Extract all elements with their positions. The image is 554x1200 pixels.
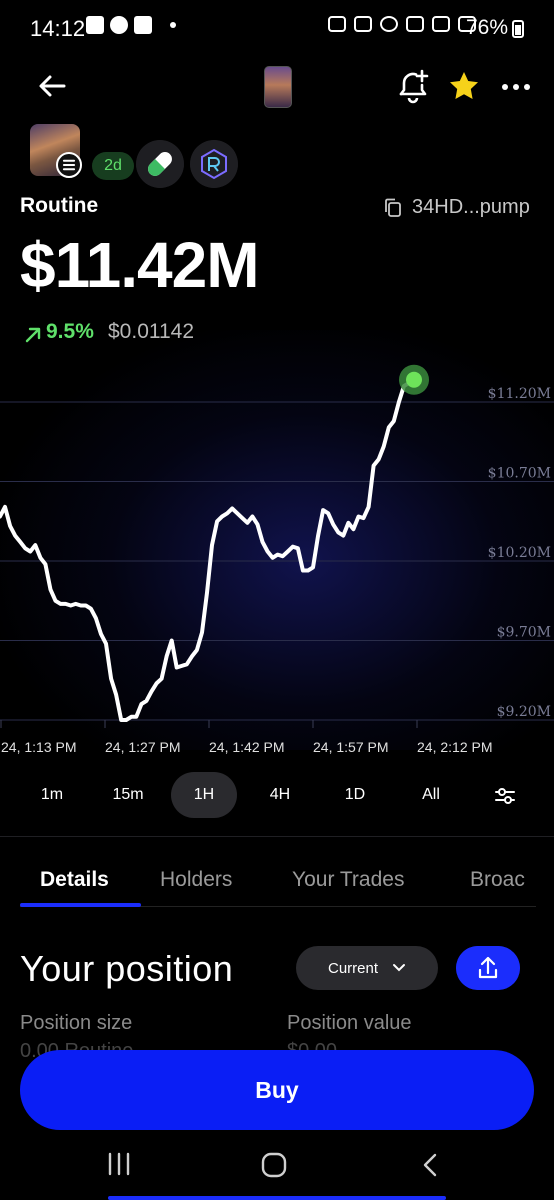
- timeframe-1m[interactable]: 1m: [19, 772, 85, 818]
- timeframe-4h[interactable]: 4H: [247, 772, 313, 818]
- y-tick-label: $11.20M: [488, 386, 551, 402]
- back-arrow-icon[interactable]: [36, 70, 68, 102]
- chart-settings-sliders-icon[interactable]: [494, 786, 516, 806]
- gallery-icon: [86, 16, 104, 34]
- position-view-dropdown[interactable]: Current: [296, 946, 438, 990]
- token-name: Routine: [20, 194, 99, 217]
- tab-holders[interactable]: Holders: [160, 868, 232, 892]
- x-tick-label: 24, 1:27 PM: [105, 739, 181, 755]
- x-tick-label: 24, 1:13 PM: [1, 739, 77, 755]
- share-button[interactable]: [456, 946, 520, 990]
- dropdown-label: Current: [327, 959, 379, 977]
- y-tick-label: $9.20M: [497, 704, 551, 720]
- battery-percent: 76%: [465, 16, 508, 39]
- active-tab-indicator: [20, 903, 141, 907]
- status-notification-icons: [86, 16, 176, 34]
- star-icon[interactable]: [448, 70, 480, 102]
- 5g-icon: [432, 16, 450, 32]
- x-tick-label: 24, 2:12 PM: [417, 739, 493, 755]
- y-tick-label: $9.70M: [497, 625, 551, 641]
- copy-icon[interactable]: [384, 198, 402, 218]
- position-title: Your position: [20, 948, 234, 989]
- home-icon[interactable]: [261, 1152, 287, 1178]
- contract-address[interactable]: 34HD...pump: [412, 196, 530, 219]
- position-size-label: Position size: [20, 1012, 133, 1034]
- status-system-icons: [328, 16, 476, 32]
- position-value-label: Position value: [287, 1012, 412, 1034]
- system-back-icon[interactable]: [420, 1152, 440, 1178]
- settings-gear-icon: [110, 16, 128, 34]
- timeframe-1d[interactable]: 1D: [322, 772, 388, 818]
- timeframe-all[interactable]: All: [398, 772, 464, 818]
- hotspot-icon: [380, 16, 398, 32]
- solana-icon: [56, 152, 82, 178]
- more-notifications-icon: [170, 22, 176, 28]
- battery-icon: [512, 20, 524, 38]
- section-divider: [0, 836, 554, 837]
- price-chart[interactable]: 24, 1:13 PM 24, 1:27 PM 24, 1:42 PM 24, 1:5…: [0, 340, 554, 760]
- tab-details[interactable]: Details: [40, 868, 109, 892]
- token-age-badge: 2d: [92, 152, 134, 180]
- buy-button[interactable]: Buy: [20, 1050, 534, 1130]
- signal-icon: [406, 16, 424, 32]
- current-point-marker: [406, 371, 422, 388]
- price-line: [0, 377, 416, 722]
- bottom-accent-line: [108, 1196, 446, 1200]
- y-tick-label: $10.70M: [488, 466, 551, 482]
- timeframe-15m[interactable]: 15m: [95, 772, 161, 818]
- market-cap-value: $11.42M: [20, 229, 260, 301]
- token-thumbnail[interactable]: [264, 66, 292, 108]
- more-icon[interactable]: [502, 84, 530, 90]
- x-tick-label: 24, 1:57 PM: [313, 739, 389, 755]
- timeframe-selector: 1m 15m 1H 4H 1D All: [0, 772, 554, 818]
- tab-broadcasts[interactable]: Broac: [470, 868, 525, 892]
- pill-icon[interactable]: [136, 140, 184, 188]
- timeframe-1h[interactable]: 1H: [171, 772, 237, 818]
- x-tick-label: 24, 1:42 PM: [209, 739, 285, 755]
- calendar-icon: [134, 16, 152, 34]
- status-time: 14:12: [30, 16, 86, 41]
- raydium-icon[interactable]: [190, 140, 238, 188]
- key-icon: [328, 16, 346, 32]
- recent-apps-icon[interactable]: [104, 1152, 134, 1176]
- mute-icon: [354, 16, 372, 32]
- chevron-down-icon: [393, 964, 406, 972]
- y-tick-label: $10.20M: [488, 545, 551, 561]
- tab-your-trades[interactable]: Your Trades: [292, 868, 404, 892]
- bell-plus-icon[interactable]: [396, 68, 430, 104]
